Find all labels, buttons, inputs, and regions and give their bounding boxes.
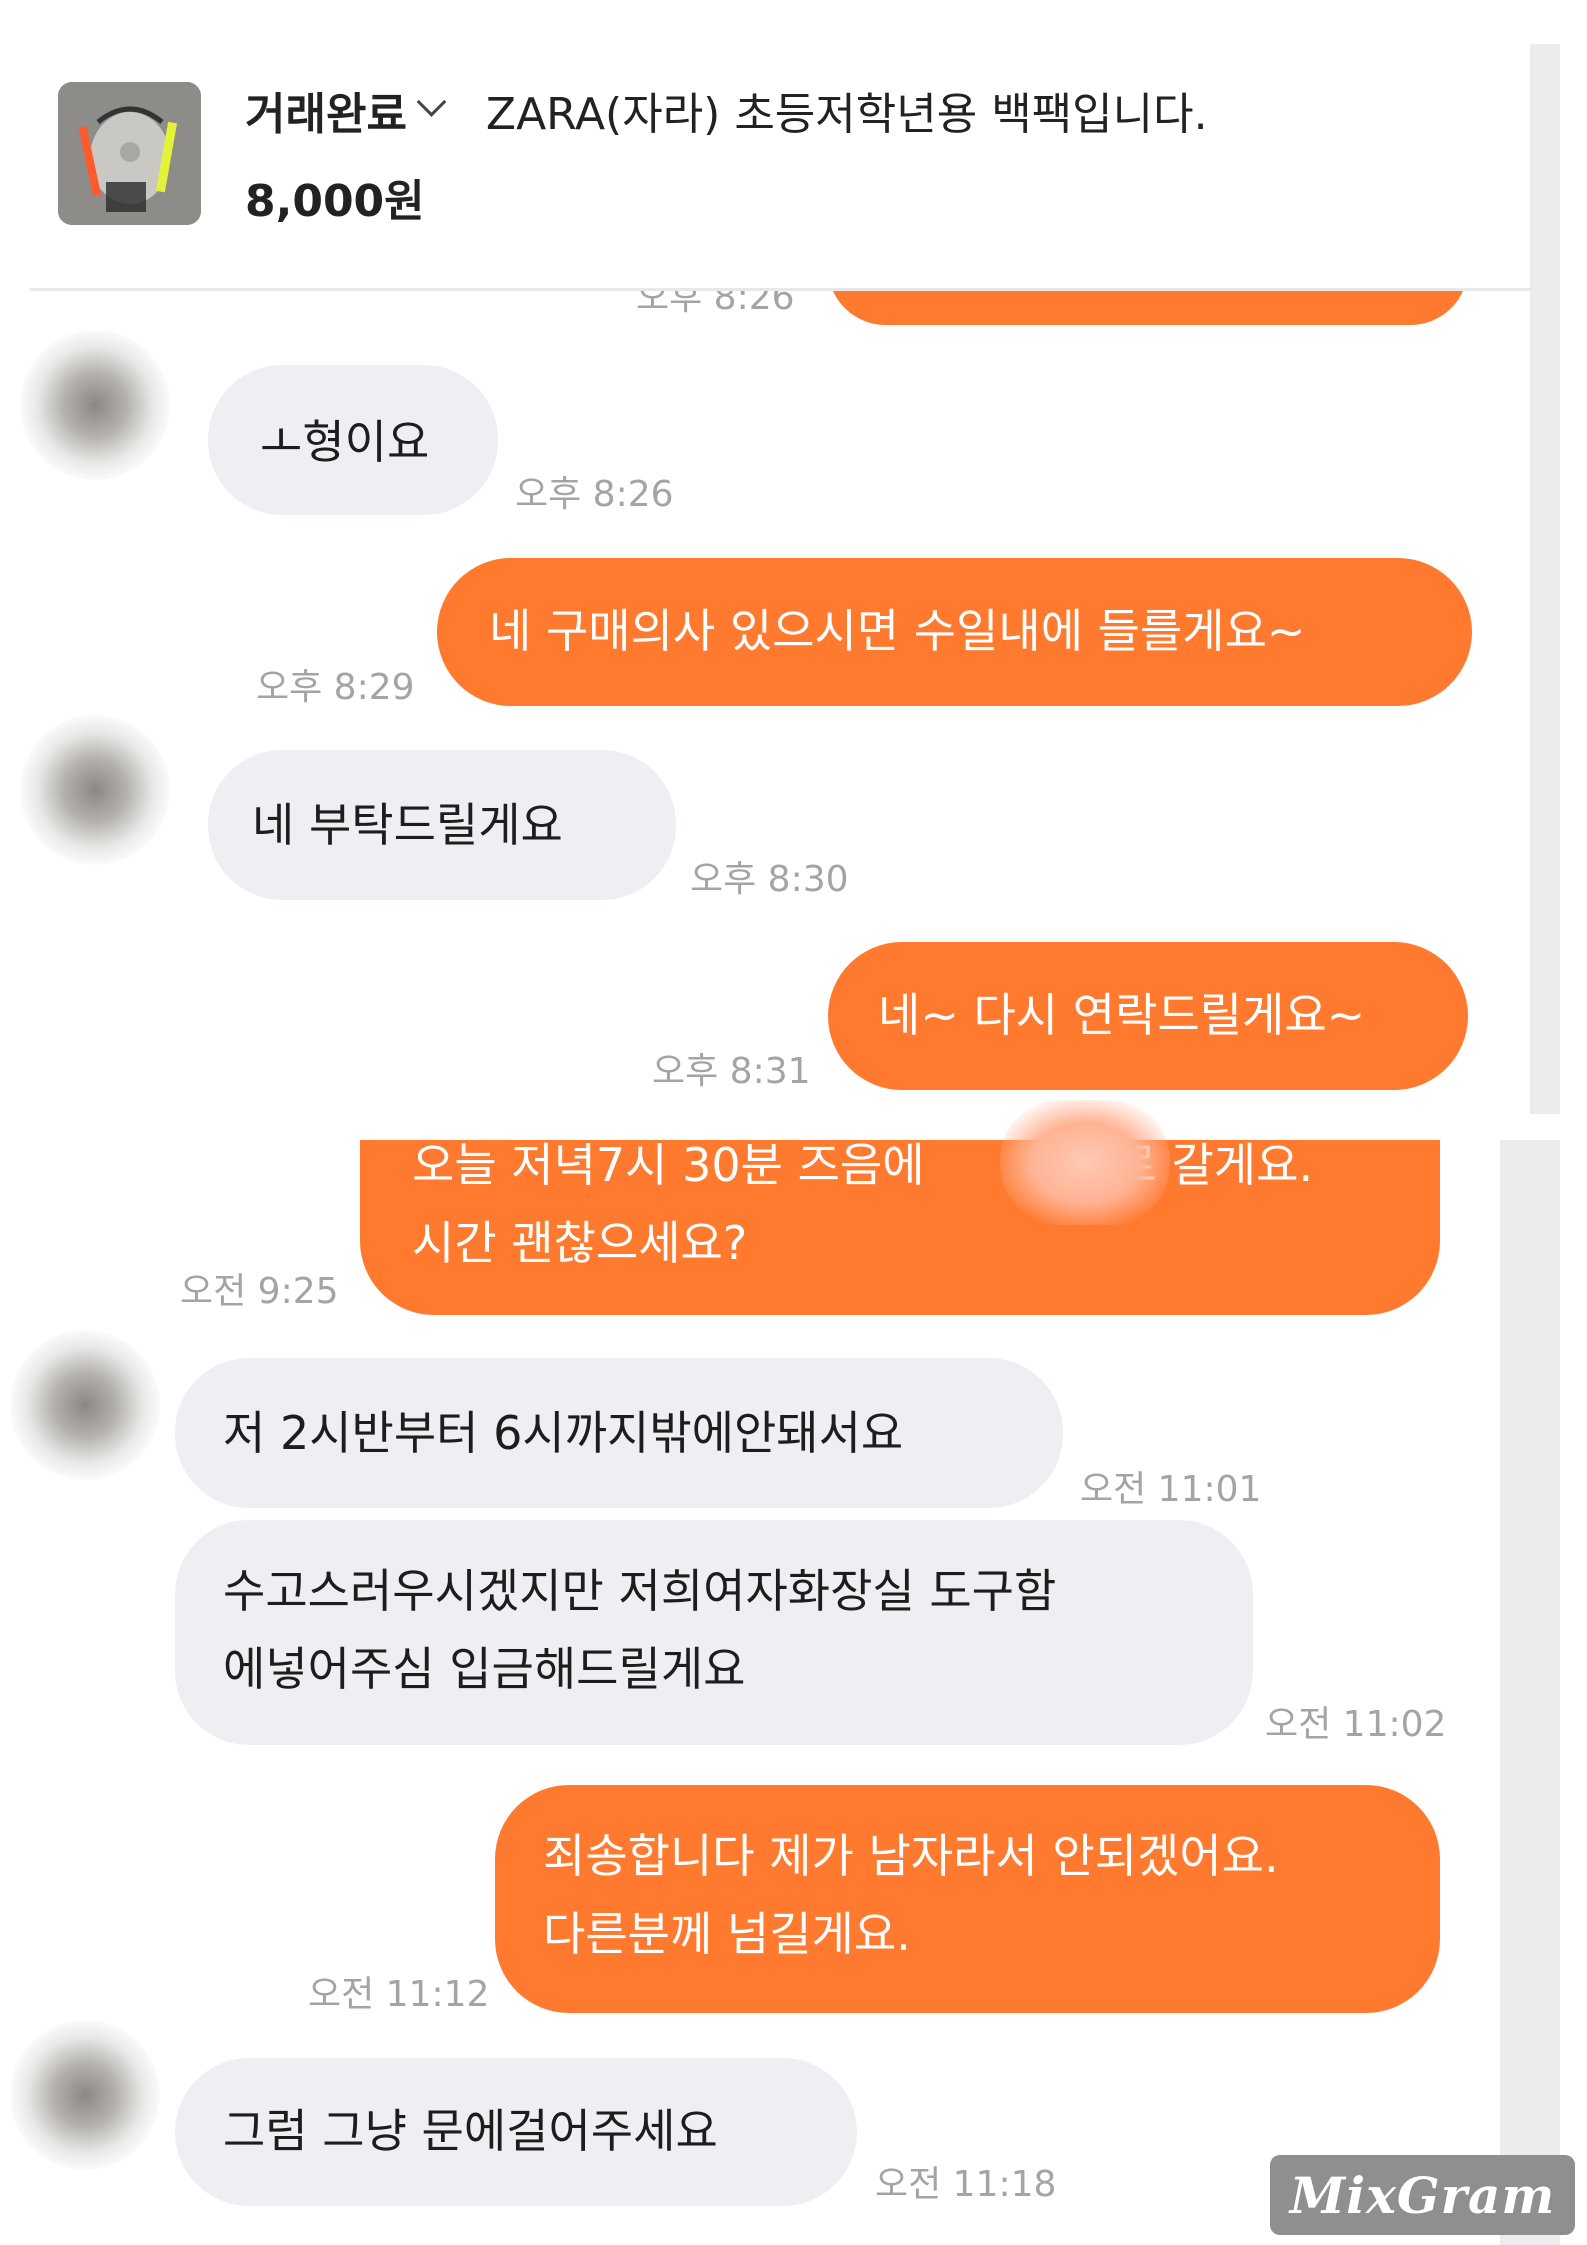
message-text: 다른분께 넘길게요. (543, 1907, 911, 1961)
message-time: 오후 8:29 (256, 667, 415, 708)
message-time: 오후 8:26 (515, 474, 674, 515)
message-text: 에넣어주심 입금해드릴게요 (223, 1642, 746, 1696)
message-time: 오전 11:02 (1265, 1704, 1447, 1745)
message-text: 죄송합니다 제가 남자라서 안되겠어요. (543, 1829, 1279, 1883)
chevron-down-icon[interactable] (416, 86, 447, 117)
message-bubble-outgoing: 죄송합니다 제가 남자라서 안되겠어요. 다른분께 넘길게요. (495, 1785, 1440, 2013)
message-text: 시간 괜찮으세요? (412, 1216, 748, 1270)
product-thumbnail[interactable] (58, 82, 201, 225)
avatar[interactable] (10, 1330, 160, 1480)
message-bubble-outgoing: 오늘 저녁7시 30분 즈음에 로 갈게요. 시간 괜찮으세요? (360, 1138, 1440, 1315)
message-text: 네 구매의사 있으시면 수일내에 들를게요~ (489, 604, 1306, 658)
avatar[interactable] (10, 2020, 160, 2170)
message-bubble-incoming: 네 부탁드릴게요 (208, 750, 676, 900)
message-time: 오후 8:30 (690, 859, 849, 900)
message-text: ㅗ형이요 (260, 415, 430, 469)
product-header[interactable]: 거래완료 ZARA(자라) 초등저학년용 백팩입니다. 8,000원 (0, 0, 1530, 291)
deal-status-row: 거래완료 ZARA(자라) 초등저학년용 백팩입니다. (245, 78, 1208, 142)
deal-status-dropdown[interactable]: 거래완료 (245, 78, 407, 142)
message-time: 오전 9:25 (180, 1271, 339, 1312)
product-price: 8,000원 (245, 176, 425, 227)
message-time: 오후 8:31 (652, 1051, 811, 1092)
avatar[interactable] (20, 330, 170, 480)
message-bubble-incoming: 수고스러우시겠지만 저희여자화장실 도구함 에넣어주심 입금해드릴게요 (175, 1520, 1253, 1745)
message-time: 오전 11:18 (875, 2164, 1057, 2205)
scrollbar-bottom[interactable] (1500, 1140, 1560, 2245)
redacted-place (1000, 1100, 1170, 1225)
chat-screen: 오후 8:26 거래완료 ZARA(자라) 초등저학년용 백팩입니다. 8,00… (0, 0, 1587, 2245)
product-title: ZARA(자라) 초등저학년용 백팩입니다. (485, 89, 1208, 140)
scrollbar-top[interactable] (1530, 44, 1560, 1114)
message-text: 저 2시반부터 6시까지밖에안돼서요 (223, 1406, 904, 1460)
message-bubble-incoming: ㅗ형이요 (208, 365, 498, 515)
divider (30, 288, 1530, 291)
message-text: 오늘 저녁7시 30분 즈음에 (412, 1138, 925, 1192)
message-bubble-incoming: 저 2시반부터 6시까지밖에안돼서요 (175, 1358, 1063, 1508)
message-bubble-incoming: 그럼 그냥 문에걸어주세요 (175, 2058, 857, 2206)
message-time: 오전 11:12 (308, 1974, 490, 2015)
message-bubble-outgoing: 네 구매의사 있으시면 수일내에 들를게요~ (437, 558, 1472, 706)
message-text: 네 부탁드릴게요 (252, 798, 563, 852)
message-time: 오전 11:01 (1080, 1469, 1262, 1510)
backpack-photo-icon (58, 82, 201, 225)
message-text: 수고스러우시겠지만 저희여자화장실 도구함 (223, 1564, 1057, 1618)
message-text: 네~ 다시 연락드릴게요~ (878, 988, 1366, 1042)
avatar[interactable] (20, 715, 170, 865)
message-bubble-outgoing: 네~ 다시 연락드릴게요~ (828, 942, 1468, 1090)
message-text: 그럼 그냥 문에걸어주세요 (223, 2104, 718, 2158)
mixgram-watermark: MixGram (1270, 2155, 1575, 2235)
